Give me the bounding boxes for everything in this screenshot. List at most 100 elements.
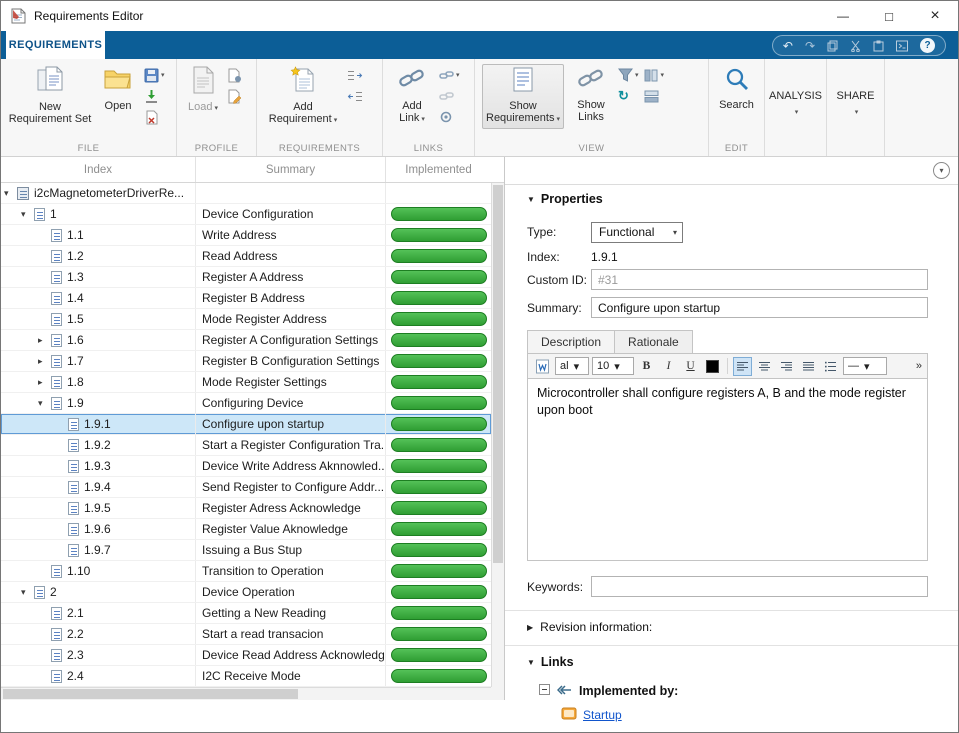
demote-requirement-button[interactable] xyxy=(347,88,363,104)
columns-button[interactable]: ▾ xyxy=(644,67,664,83)
tree-row-1.9.3[interactable]: 1.9.3 Device Write Address Aknnowled... xyxy=(1,456,491,477)
new-requirement-set-button[interactable]: New Requirement Set xyxy=(8,64,92,126)
tree-row-1.9.1[interactable]: 1.9.1 Configure upon startup xyxy=(1,414,491,435)
bulleted-list-button[interactable] xyxy=(821,357,840,376)
link-startup[interactable]: Startup xyxy=(583,708,622,722)
collapse-icon[interactable]: ▾ xyxy=(21,209,34,220)
type-select[interactable]: Functional ▾ xyxy=(591,221,683,243)
keywords-input[interactable] xyxy=(591,576,928,597)
profile-edit-button[interactable] xyxy=(227,88,242,104)
undo-icon[interactable]: ↶ xyxy=(783,39,793,53)
add-link-button[interactable]: Add Link ▾ xyxy=(390,64,434,125)
collapse-icon[interactable]: ▾ xyxy=(21,587,34,598)
italic-button[interactable]: I xyxy=(659,357,678,376)
expand-icon[interactable]: ▸ xyxy=(38,356,51,367)
copy-icon[interactable] xyxy=(827,40,838,52)
horizontal-scrollbar[interactable] xyxy=(1,687,491,700)
font-color-button[interactable] xyxy=(703,357,722,376)
link-variant-button[interactable]: ▾ xyxy=(439,67,460,83)
cut-icon[interactable] xyxy=(850,40,861,52)
open-button[interactable]: Open xyxy=(97,64,139,112)
list-style-select[interactable]: — ▾ xyxy=(843,357,887,375)
profile-export-button[interactable] xyxy=(227,67,242,83)
link-settings-gear-button[interactable] xyxy=(439,109,460,125)
filter-funnel-button[interactable]: ▾ xyxy=(618,67,639,83)
tree-row-2[interactable]: ▾ 2 Device Operation xyxy=(1,582,491,603)
tree-row-1.9.4[interactable]: 1.9.4 Send Register to Configure Addr... xyxy=(1,477,491,498)
redo-icon[interactable]: ↷ xyxy=(805,39,815,53)
tree-row-2.4[interactable]: 2.4 I2C Receive Mode xyxy=(1,666,491,687)
align-justify-button[interactable] xyxy=(799,357,818,376)
summary-input[interactable] xyxy=(591,297,928,318)
help-icon[interactable]: ? xyxy=(920,38,935,53)
tab-description[interactable]: Description xyxy=(527,330,616,353)
tree-row-1.10[interactable]: 1.10 Transition to Operation xyxy=(1,561,491,582)
command-prompt-icon[interactable] xyxy=(896,40,908,52)
tree-row-1.8[interactable]: ▸ 1.8 Mode Register Settings xyxy=(1,372,491,393)
collapse-icon[interactable]: ▾ xyxy=(38,398,51,409)
font-size-select[interactable]: 10 ▾ xyxy=(592,357,634,375)
close-button[interactable]: × xyxy=(912,1,958,31)
expand-icon[interactable]: ▸ xyxy=(38,377,51,388)
collapse-icon[interactable]: ▾ xyxy=(4,188,17,199)
promote-requirement-button[interactable] xyxy=(347,67,363,83)
revision-information-header[interactable]: ▶ Revision information: xyxy=(527,619,928,635)
vertical-scrollbar[interactable] xyxy=(491,183,504,687)
column-header-summary[interactable]: Summary xyxy=(196,157,386,182)
font-family-select[interactable]: al ▾ xyxy=(555,357,589,375)
align-right-button[interactable] xyxy=(777,357,796,376)
custom-id-input[interactable] xyxy=(591,269,928,290)
tree-row-1.5[interactable]: 1.5 Mode Register Address xyxy=(1,309,491,330)
tab-rationale[interactable]: Rationale xyxy=(615,330,693,353)
share-gallery-button[interactable]: SHARE ▾ xyxy=(834,64,877,142)
align-left-button[interactable] xyxy=(733,356,752,376)
collapse-minus-icon[interactable] xyxy=(539,684,550,698)
show-requirements-button[interactable]: Show Requirements ▾ xyxy=(482,64,564,129)
tree-row-1.4[interactable]: 1.4 Register B Address xyxy=(1,288,491,309)
paste-icon[interactable] xyxy=(873,40,884,52)
save-button[interactable]: ▾ xyxy=(144,67,165,83)
analysis-gallery-button[interactable]: ANALYSIS ▾ xyxy=(769,64,822,142)
search-button[interactable]: Search xyxy=(716,64,757,111)
tab-requirements[interactable]: REQUIREMENTS xyxy=(6,31,105,59)
layout-button[interactable] xyxy=(644,88,665,104)
tree-row-2.2[interactable]: 2.2 Start a read transacion xyxy=(1,624,491,645)
load-profile-button[interactable]: Load ▾ xyxy=(184,64,222,113)
links-section-header[interactable]: ▼ Links xyxy=(527,654,928,670)
link-disabled-button[interactable] xyxy=(439,88,460,104)
tree-row-1.6[interactable]: ▸ 1.6 Register A Configuration Settings xyxy=(1,330,491,351)
tree-row-1.9.5[interactable]: 1.9.5 Register Adress Acknowledge xyxy=(1,498,491,519)
bold-button[interactable]: B xyxy=(637,357,656,376)
add-requirement-button[interactable]: Add Requirement ▾ xyxy=(264,64,342,126)
description-editor[interactable]: Microcontroller shall configure register… xyxy=(527,379,928,561)
maximize-button[interactable]: □ xyxy=(866,1,912,31)
tree-row-1.1[interactable]: 1.1 Write Address xyxy=(1,225,491,246)
refresh-button[interactable]: ↻ xyxy=(618,88,639,104)
show-links-button[interactable]: Show Links xyxy=(569,64,613,124)
tree-row-1[interactable]: ▾ 1 Device Configuration xyxy=(1,204,491,225)
column-header-implemented[interactable]: Implemented xyxy=(386,157,491,182)
vertical-scrollbar-thumb[interactable] xyxy=(493,185,503,563)
tree-row-1.9.7[interactable]: 1.9.7 Issuing a Bus Stup xyxy=(1,540,491,561)
toolbar-overflow-button[interactable]: » xyxy=(916,360,922,372)
tree-row-1.9[interactable]: ▾ 1.9 Configuring Device xyxy=(1,393,491,414)
tree-row-1.9.6[interactable]: 1.9.6 Register Value Aknowledge xyxy=(1,519,491,540)
import-button[interactable] xyxy=(144,88,165,104)
align-center-button[interactable] xyxy=(755,357,774,376)
tree-row-1.7[interactable]: ▸ 1.7 Register B Configuration Settings xyxy=(1,351,491,372)
tree-row-2.3[interactable]: 2.3 Device Read Address Acknowledge xyxy=(1,645,491,666)
tree-row-i2cMagnetometerDriverRe...[interactable]: ▾ i2cMagnetometerDriverRe... xyxy=(1,183,491,204)
underline-button[interactable]: U xyxy=(681,357,700,376)
tree-row-1.3[interactable]: 1.3 Register A Address xyxy=(1,267,491,288)
horizontal-scrollbar-thumb[interactable] xyxy=(3,689,298,699)
minimize-button[interactable]: — xyxy=(820,1,866,31)
tree-row-2.1[interactable]: 2.1 Getting a New Reading xyxy=(1,603,491,624)
tree-row-1.2[interactable]: 1.2 Read Address xyxy=(1,246,491,267)
column-header-index[interactable]: Index xyxy=(1,157,196,182)
close-requirement-set-button[interactable] xyxy=(144,109,165,125)
expand-icon[interactable]: ▸ xyxy=(38,335,51,346)
tree-row-1.9.2[interactable]: 1.9.2 Start a Register Configuration Tra.… xyxy=(1,435,491,456)
word-doc-icon[interactable] xyxy=(533,357,552,376)
properties-section-header[interactable]: ▼ Properties xyxy=(527,191,928,207)
collapse-panel-button[interactable]: ▾ xyxy=(933,162,950,179)
